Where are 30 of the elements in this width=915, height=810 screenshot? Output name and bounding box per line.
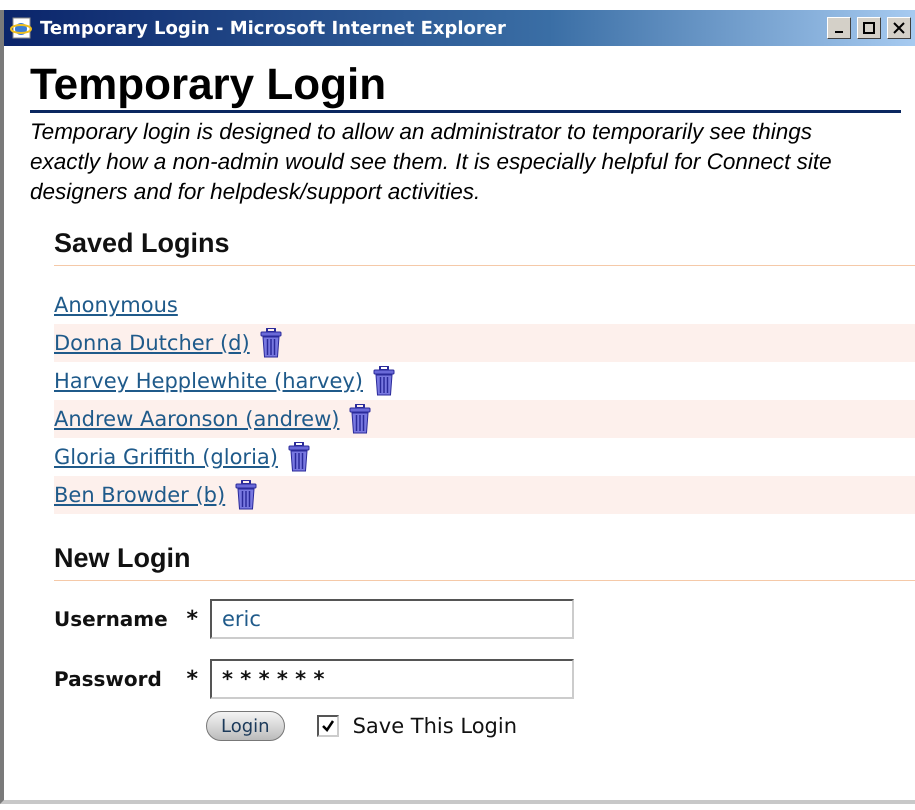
close-icon (893, 22, 905, 34)
browser-icon (10, 16, 34, 40)
close-button[interactable] (887, 17, 911, 39)
window-title: Temporary Login - Microsoft Internet Explorer (40, 18, 507, 38)
saved-login-link[interactable]: Anonymous (54, 293, 178, 317)
intro-text: Temporary login is designed to allow an administrator to temporarily see things exactly how a non-admin would see them. It is especially helpful for Connect site designers and for helpdesk/support activities. (30, 118, 833, 206)
trash-icon[interactable] (235, 480, 258, 510)
section-heading: Saved Logins (54, 227, 231, 260)
login-button[interactable]: Login (206, 711, 285, 741)
saved-login-link[interactable]: Donna Dutcher (d) (54, 331, 250, 355)
password-field[interactable]: * * * * * * (210, 659, 574, 699)
checkbox-label: Save This Login (352, 714, 518, 738)
trash-icon[interactable] (349, 404, 372, 434)
minimize-button[interactable] (827, 17, 851, 39)
section-heading: New Login (54, 542, 192, 575)
page-heading: Temporary Login (30, 60, 388, 110)
username-field[interactable]: eric (210, 599, 574, 639)
saved-login-link[interactable]: Gloria Griffith (gloria) (54, 445, 278, 469)
maximize-icon (863, 22, 875, 34)
save-checkbox[interactable] (316, 715, 339, 737)
field-label: Username * (54, 606, 199, 632)
check-icon (320, 719, 335, 733)
trash-icon[interactable] (260, 328, 282, 358)
maximize-button[interactable] (857, 17, 881, 39)
trash-icon[interactable] (288, 442, 310, 472)
minimize-icon (835, 31, 843, 33)
trash-icon[interactable] (373, 366, 395, 396)
saved-login-link[interactable]: Ben Browder (b) (54, 483, 226, 507)
saved-login-link[interactable]: Harvey Hepplewhite (harvey) (54, 369, 363, 393)
field-label: Password * (54, 666, 199, 692)
